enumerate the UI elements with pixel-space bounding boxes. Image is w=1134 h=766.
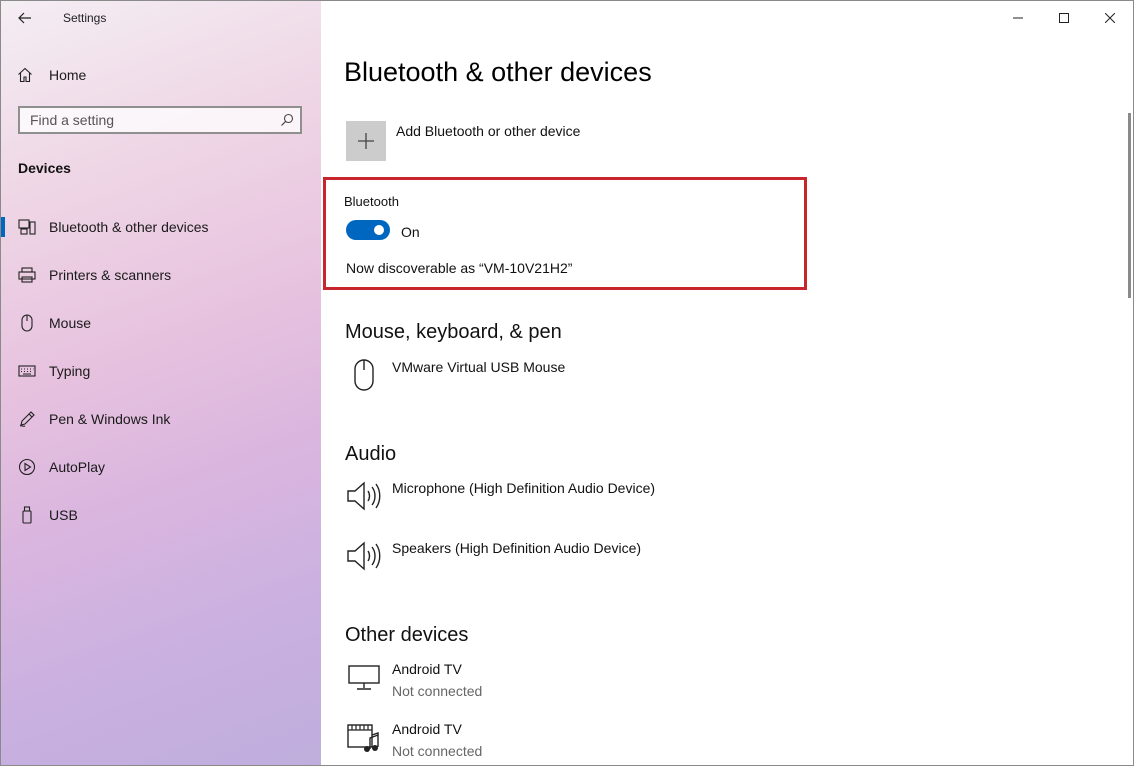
search-icon[interactable]	[274, 113, 300, 127]
device-item[interactable]: VMware Virtual USB Mouse	[345, 357, 565, 393]
sidebar-item-usb[interactable]: USB	[1, 491, 321, 539]
sidebar-item-label: USB	[49, 507, 78, 523]
device-name: Microphone (High Definition Audio Device…	[392, 480, 655, 496]
page-title: Bluetooth & other devices	[344, 57, 652, 88]
plus-icon	[358, 133, 374, 149]
sidebar-item-label: Bluetooth & other devices	[49, 219, 209, 235]
section-heading-mouse-keyboard-pen: Mouse, keyboard, & pen	[345, 321, 562, 344]
caption-buttons	[995, 1, 1133, 35]
bluetooth-title: Bluetooth	[344, 194, 399, 209]
sidebar-item-bluetooth[interactable]: Bluetooth & other devices	[1, 203, 321, 251]
sidebar-item-mouse[interactable]: Mouse	[1, 299, 321, 347]
maximize-button[interactable]	[1041, 1, 1087, 35]
search-input[interactable]	[20, 108, 274, 132]
sidebar-item-typing[interactable]: Typing	[1, 347, 321, 395]
home-icon	[15, 67, 35, 83]
device-item[interactable]: Microphone (High Definition Audio Device…	[345, 478, 655, 514]
discoverable-text: Now discoverable as “VM-10V21H2”	[346, 260, 572, 276]
pen-icon	[17, 410, 37, 428]
search-box[interactable]	[18, 106, 302, 134]
minimize-icon	[1013, 13, 1023, 23]
section-heading-other-devices: Other devices	[345, 624, 468, 647]
keyboard-icon	[17, 365, 37, 377]
toggle-knob	[374, 225, 384, 235]
back-arrow-icon	[18, 12, 32, 24]
settings-window: Settings Home Devices	[0, 0, 1134, 766]
media-device-icon	[345, 719, 383, 755]
device-item[interactable]: Android TV Not connected	[345, 659, 482, 699]
sidebar-section-label: Devices	[18, 160, 71, 176]
maximize-icon	[1059, 13, 1069, 23]
scrollbar[interactable]	[1128, 113, 1131, 298]
nav-home-label: Home	[49, 67, 86, 83]
device-name: Android TV	[392, 721, 482, 737]
device-status: Not connected	[392, 683, 482, 699]
sidebar-item-label: Typing	[49, 363, 90, 379]
app-title: Settings	[63, 11, 106, 25]
back-button[interactable]	[13, 7, 37, 29]
mouse-icon	[345, 357, 383, 393]
device-name: Android TV	[392, 661, 482, 677]
usb-icon	[17, 506, 37, 524]
minimize-button[interactable]	[995, 1, 1041, 35]
sidebar-nav: Bluetooth & other devices Printers & sca…	[1, 203, 321, 539]
sidebar-item-label: Mouse	[49, 315, 91, 331]
close-button[interactable]	[1087, 1, 1133, 35]
device-status: Not connected	[392, 743, 482, 759]
device-item[interactable]: Speakers (High Definition Audio Device)	[345, 538, 641, 574]
close-icon	[1105, 13, 1115, 23]
printer-icon	[17, 267, 37, 283]
speaker-icon	[345, 478, 383, 514]
title-bar: Settings	[1, 1, 321, 35]
sidebar-item-pen[interactable]: Pen & Windows Ink	[1, 395, 321, 443]
monitor-icon	[345, 659, 383, 695]
autoplay-icon	[17, 458, 37, 476]
bluetooth-toggle-state: On	[401, 224, 420, 240]
device-item[interactable]: Android TV Not connected	[345, 719, 482, 759]
device-name: VMware Virtual USB Mouse	[392, 359, 565, 375]
nav-home[interactable]: Home	[15, 61, 305, 89]
speaker-icon	[345, 538, 383, 574]
main-content: Bluetooth & other devices Add Bluetooth …	[321, 1, 1133, 765]
add-device-button[interactable]: Add Bluetooth or other device	[346, 121, 580, 161]
bluetooth-devices-icon	[17, 219, 37, 235]
section-heading-audio: Audio	[345, 443, 396, 466]
sidebar-item-label: Printers & scanners	[49, 267, 171, 283]
sidebar: Settings Home Devices	[1, 1, 321, 765]
sidebar-item-printers[interactable]: Printers & scanners	[1, 251, 321, 299]
mouse-icon	[17, 314, 37, 332]
add-tile	[346, 121, 386, 161]
sidebar-item-autoplay[interactable]: AutoPlay	[1, 443, 321, 491]
bluetooth-toggle[interactable]	[346, 220, 390, 240]
sidebar-item-label: AutoPlay	[49, 459, 105, 475]
add-device-label: Add Bluetooth or other device	[396, 123, 580, 139]
device-name: Speakers (High Definition Audio Device)	[392, 540, 641, 556]
sidebar-item-label: Pen & Windows Ink	[49, 411, 170, 427]
